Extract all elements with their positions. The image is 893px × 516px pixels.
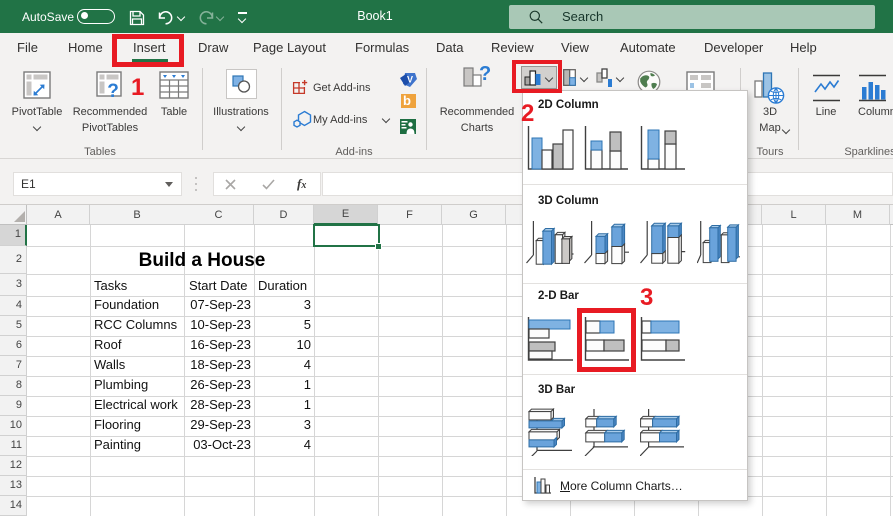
svg-text:?: ? bbox=[107, 81, 119, 99]
svg-text:V: V bbox=[407, 75, 413, 85]
